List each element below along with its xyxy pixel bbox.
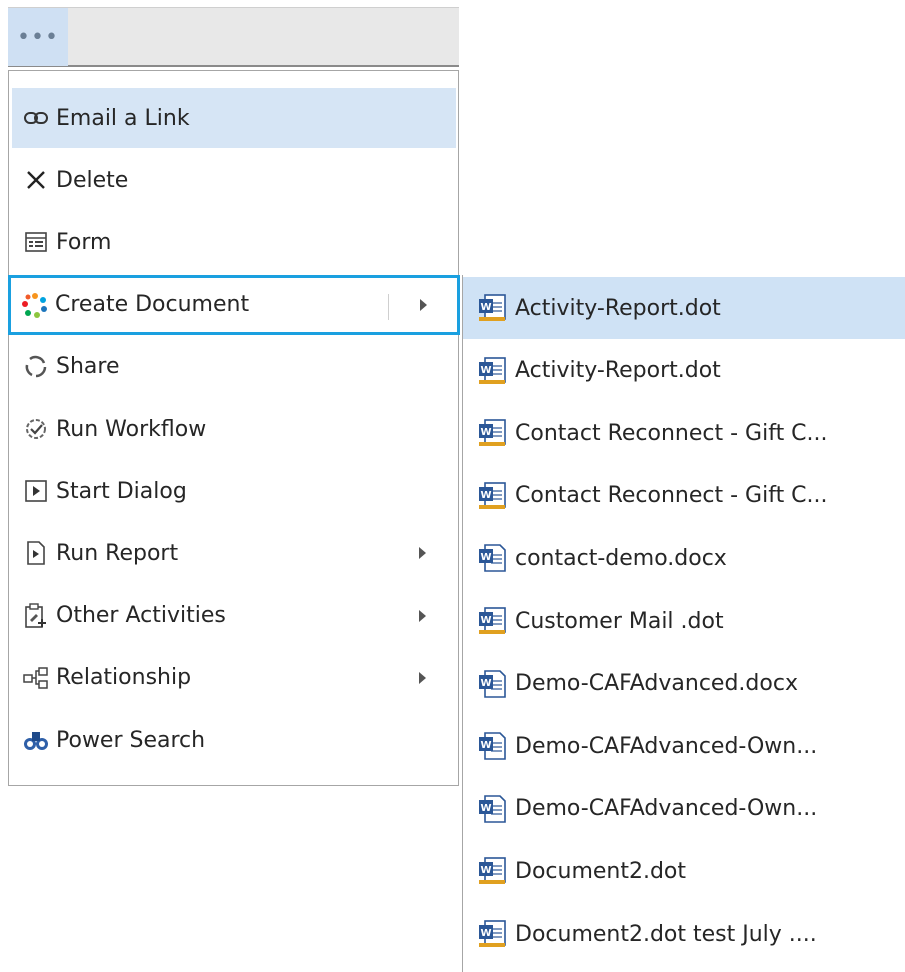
menu-item-label: Run Workflow <box>56 416 207 442</box>
submenu-item-label: Demo-CAFAdvanced-Own... <box>515 733 818 759</box>
word-template-icon: W <box>477 606 507 636</box>
svg-text:W: W <box>480 865 491 876</box>
link-icon <box>23 105 49 131</box>
submenu-item-label: Activity-Report.dot <box>515 358 721 384</box>
svg-text:W: W <box>480 552 491 563</box>
svg-text:W: W <box>480 678 491 689</box>
menu-item-label: Form <box>56 229 112 255</box>
context-menu: Email a Link Delete Form Create Document Sha… <box>8 70 460 786</box>
submenu-item[interactable]: Wcontact-demo.docx <box>463 527 905 589</box>
submenu-item-label: Demo-CAFAdvanced.docx <box>515 671 798 697</box>
submenu-item-label: Customer Mail .dot <box>515 608 724 634</box>
toolbar: ••• <box>8 7 459 67</box>
word-template-icon: W <box>477 293 507 323</box>
play-box-icon <box>23 478 49 504</box>
word-template-icon: W <box>477 919 507 949</box>
submenu-item[interactable]: W Document2.dot test July .... <box>463 903 905 965</box>
submenu-item[interactable]: W Document2.dot <box>463 840 905 902</box>
workflow-icon <box>23 416 49 442</box>
submenu-item[interactable]: W Contact Reconnect - Gift C... <box>463 402 905 464</box>
clipboard-add-icon <box>23 602 49 629</box>
menu-item-form[interactable]: Form <box>12 212 456 272</box>
chevron-right-icon[interactable] <box>419 547 426 560</box>
chevron-right-icon[interactable] <box>419 671 426 684</box>
svg-text:W: W <box>480 615 491 626</box>
menu-item-delete[interactable]: Delete <box>12 150 456 210</box>
menu-item-label: Create Document <box>55 292 250 318</box>
menu-item-share[interactable]: Share <box>12 337 456 397</box>
split-separator <box>388 293 389 320</box>
submenu-item-label: Demo-CAFAdvanced-Own... <box>515 796 818 822</box>
menu-item-label: Run Report <box>56 540 179 566</box>
word-document-icon: W <box>477 543 507 573</box>
word-template-icon: W <box>477 356 507 386</box>
menu-item-other-activities[interactable]: Other Activities <box>12 586 456 646</box>
submenu-item[interactable]: W Demo-CAFAdvanced-Own... <box>463 715 905 777</box>
ellipsis-icon: ••• <box>17 24 59 50</box>
svg-text:W: W <box>480 803 491 814</box>
create-document-icon <box>22 292 48 318</box>
svg-text:W: W <box>480 302 491 313</box>
chevron-right-icon[interactable] <box>419 609 426 622</box>
svg-text:W: W <box>480 740 491 751</box>
word-document-icon: W <box>477 794 507 824</box>
svg-text:W: W <box>480 427 491 438</box>
form-icon <box>23 229 49 255</box>
word-document-icon: W <box>477 731 507 761</box>
menu-item-label: Email a Link <box>56 105 190 131</box>
submenu-item[interactable]: W Contact Reconnect - Gift C... <box>463 465 905 527</box>
submenu-item[interactable]: W Activity-Report.dot <box>463 340 905 402</box>
word-template-icon: W <box>477 481 507 511</box>
submenu-item-label: Document2.dot test July .... <box>515 921 817 947</box>
report-icon <box>23 540 49 566</box>
menu-item-label: Start Dialog <box>56 478 187 504</box>
more-options-button[interactable]: ••• <box>8 8 68 66</box>
submenu-item[interactable]: W Activity-Report.dot <box>463 277 905 339</box>
submenu-item-label: Contact Reconnect - Gift C... <box>515 420 828 446</box>
menu-item-start-dialog[interactable]: Start Dialog <box>12 461 456 521</box>
svg-text:W: W <box>480 365 491 376</box>
relationship-icon <box>23 665 49 691</box>
binoculars-icon <box>23 727 49 753</box>
create-document-submenu: W Activity-Report.dot W Activity-Report.dot… <box>462 275 905 972</box>
svg-text:W: W <box>480 490 491 501</box>
menu-item-power-search[interactable]: Power Search <box>12 710 456 770</box>
menu-item-label: Relationship <box>56 665 192 691</box>
menu-item-run-workflow[interactable]: Run Workflow <box>12 399 456 459</box>
word-template-icon: W <box>477 418 507 448</box>
menu-item-run-report[interactable]: Run Report <box>12 523 456 583</box>
menu-item-email-a-link[interactable]: Email a Link <box>12 88 456 148</box>
submenu-item-label: Document2.dot <box>515 858 687 884</box>
word-document-icon: W <box>477 669 507 699</box>
menu-item-label: Share <box>56 354 120 380</box>
submenu-item[interactable]: W Demo-CAFAdvanced-Own... <box>463 778 905 840</box>
menu-item-label: Delete <box>56 167 129 193</box>
menu-item-relationship[interactable]: Relationship <box>12 648 456 708</box>
share-icon <box>23 354 49 380</box>
close-icon <box>23 167 49 193</box>
menu-item-label: Other Activities <box>56 603 226 629</box>
submenu-item[interactable]: W Demo-CAFAdvanced.docx <box>463 653 905 715</box>
submenu-item-label: contact-demo.docx <box>515 545 727 571</box>
submenu-item-label: Contact Reconnect - Gift C... <box>515 483 828 509</box>
svg-text:W: W <box>480 928 491 939</box>
submenu-item-label: Activity-Report.dot <box>515 295 721 321</box>
word-template-icon: W <box>477 856 507 886</box>
menu-item-label: Power Search <box>56 727 206 753</box>
chevron-right-icon[interactable] <box>420 298 427 311</box>
submenu-item[interactable]: W Customer Mail .dot <box>463 590 905 652</box>
menu-item-create-document[interactable]: Create Document <box>8 274 460 335</box>
